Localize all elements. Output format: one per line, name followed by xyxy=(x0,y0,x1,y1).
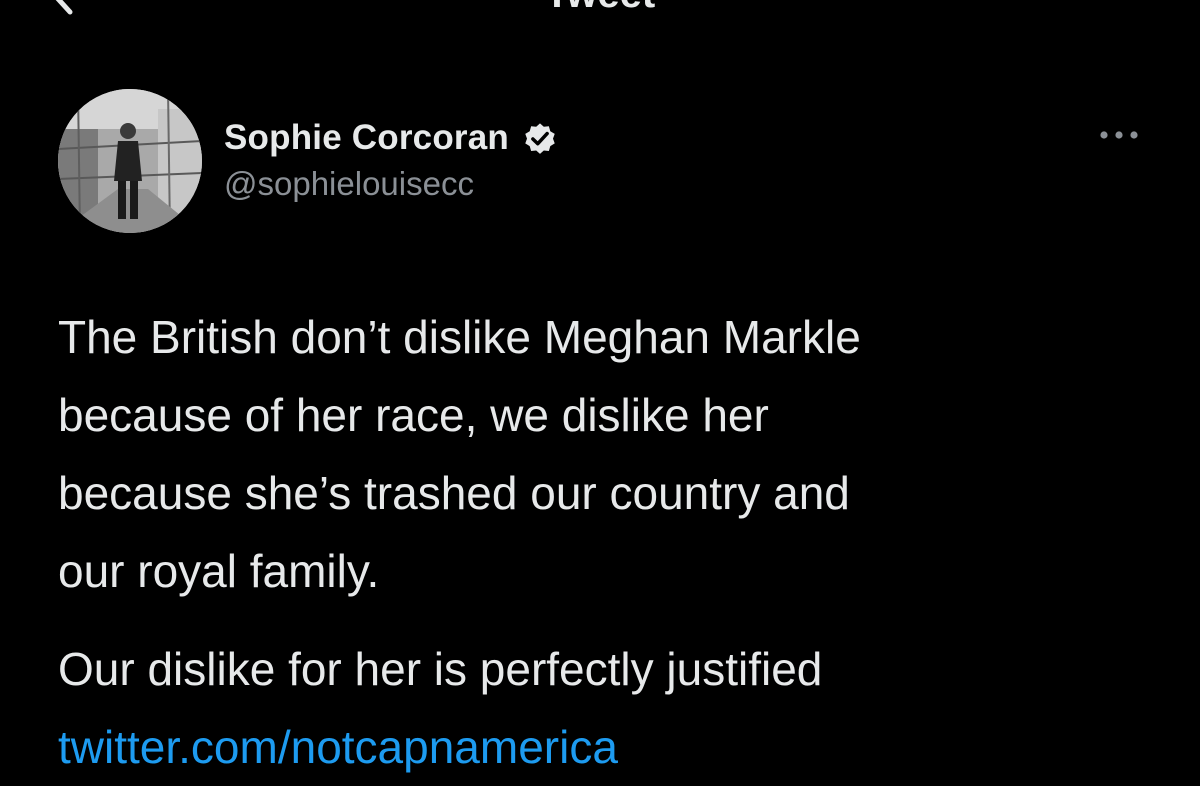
author-name-row[interactable]: Sophie Corcoran xyxy=(224,114,559,162)
author-name[interactable]: Sophie Corcoran xyxy=(224,118,509,158)
page-title: Tweet xyxy=(0,0,1200,14)
tweet-text: The British don’t dislike Meghan Markle … xyxy=(58,311,861,597)
avatar[interactable] xyxy=(58,89,202,233)
tweet-link[interactable]: twitter.com/notcapnamerica xyxy=(58,708,618,786)
avatar-image xyxy=(58,89,202,233)
verified-badge-icon xyxy=(525,123,555,154)
tweet-text-continued: Our dislike for her is perfectly justifi… xyxy=(58,643,823,695)
author-handle[interactable]: @sophielouisecc xyxy=(224,165,474,203)
more-dots-icon[interactable] xyxy=(1094,122,1144,148)
top-navigation-bar: Tweet xyxy=(0,0,1200,40)
